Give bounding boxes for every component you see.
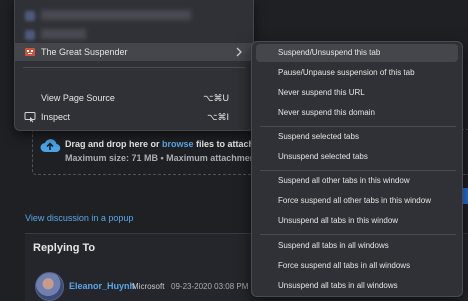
blurred-menu-item[interactable] [15, 6, 253, 24]
submenu-item-label: Never suspend this domain [278, 108, 375, 117]
post-date: 09-23-2020 03:08 PM [171, 282, 249, 291]
shortcut-text: ⌥⌘I [207, 112, 229, 122]
menu-item-label: The Great Suspender [41, 47, 128, 57]
shortcut-text: ⌥⌘U [203, 93, 229, 103]
suspender-icon [25, 48, 35, 56]
submenu-item-label: Never suspend this URL [278, 88, 365, 97]
submenu-item-label: Pause/Unpause suspension of this tab [278, 68, 415, 77]
submenu-item-label: Suspend all other tabs in this window [278, 176, 410, 185]
submenu-item[interactable]: Unsuspend all tabs in all windows [256, 277, 458, 295]
blurred-label [41, 29, 86, 39]
submenu-item[interactable]: Suspend/Unsuspend this tab [256, 44, 458, 62]
menu-separator [23, 67, 245, 68]
submenu-item[interactable]: Unsuspend all tabs in this window [256, 212, 458, 230]
submenu-item[interactable]: Pause/Unpause suspension of this tab [256, 64, 458, 82]
submenu-item-label: Unsuspend selected tabs [278, 152, 368, 161]
submenu-item[interactable]: Suspend all other tabs in this window [256, 172, 458, 190]
cloud-upload-icon [40, 139, 61, 153]
blurred-menu-item[interactable] [15, 25, 253, 43]
submenu-item-label: Force suspend all tabs in all windows [278, 261, 411, 270]
submenu-item-label: Suspend selected tabs [278, 132, 359, 141]
dropzone-instructions: Drag and drop here or browse files to at… [65, 139, 255, 149]
view-discussion-link[interactable]: View discussion in a popup [25, 213, 133, 223]
avatar[interactable] [35, 272, 64, 301]
chevron-right-icon [236, 47, 242, 57]
submenu-item-label: Unsuspend all tabs in this window [278, 216, 399, 225]
submenu-item-label: Unsuspend all tabs in all windows [278, 281, 398, 290]
extension-icon [25, 30, 35, 40]
submenu-separator [260, 234, 456, 235]
inspect-icon [24, 112, 36, 123]
submenu-item-label: Suspend/Unsuspend this tab [278, 48, 381, 57]
great-suspender-submenu: Suspend/Unsuspend this tab Pause/Unpause… [251, 41, 463, 297]
replying-to-heading: Replying To [33, 242, 96, 254]
blurred-label [41, 10, 191, 20]
context-menu: The Great Suspender View Page Source ⌥⌘U… [14, 0, 254, 131]
submenu-item[interactable]: Force suspend all tabs in all windows [256, 257, 458, 275]
extension-icon [25, 11, 35, 21]
menu-item-inspect[interactable]: Inspect ⌥⌘I [15, 108, 253, 126]
submenu-item[interactable]: Never suspend this domain [256, 104, 458, 122]
menu-item-label: Inspect [41, 112, 71, 122]
author-link[interactable]: Eleanor_Huynh [69, 281, 135, 291]
submenu-separator [260, 170, 456, 171]
menu-item-label: View Page Source [41, 93, 115, 103]
submenu-item-label: Suspend all tabs in all windows [278, 241, 389, 250]
submenu-item[interactable]: Force suspend all other tabs in this win… [256, 192, 458, 210]
submenu-item-label: Force suspend all other tabs in this win… [278, 196, 431, 205]
submenu-item[interactable]: Never suspend this URL [256, 84, 458, 102]
submenu-item[interactable]: Suspend selected tabs [256, 128, 458, 146]
author-org: Microsoft [132, 282, 165, 291]
submenu-separator [260, 126, 456, 127]
browse-link[interactable]: browse [162, 139, 194, 149]
menu-item-great-suspender[interactable]: The Great Suspender [15, 43, 253, 61]
submenu-item[interactable]: Suspend all tabs in all windows [256, 237, 458, 255]
submenu-item[interactable]: Unsuspend selected tabs [256, 148, 458, 166]
menu-item-view-source[interactable]: View Page Source ⌥⌘U [15, 89, 253, 107]
